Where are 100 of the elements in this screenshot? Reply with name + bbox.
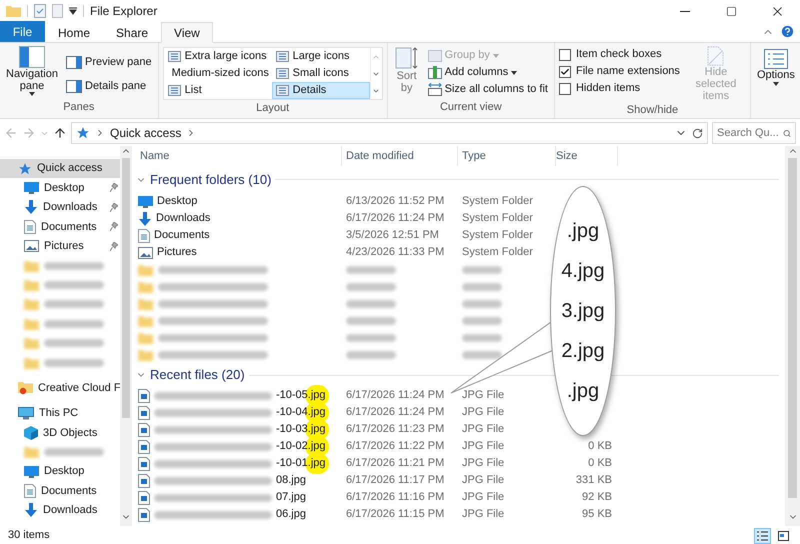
ribbon-tab[interactable]: Home — [45, 22, 104, 43]
ribbon-tab[interactable]: Share — [103, 22, 162, 43]
column-header[interactable]: Type — [458, 146, 556, 166]
group-icon — [428, 50, 442, 62]
ribbon-tab[interactable]: View — [161, 22, 213, 43]
dropdown-caret-icon[interactable] — [69, 7, 77, 15]
picture-icon — [24, 240, 39, 252]
navigation-pane-button[interactable]: Navigation pane — [4, 46, 60, 98]
checkbox[interactable] — [558, 66, 571, 78]
blurred-text — [462, 282, 502, 290]
content-scrollbar[interactable] — [785, 146, 800, 526]
star-icon — [18, 162, 32, 176]
nav-item[interactable]: Desktop — [0, 178, 120, 198]
nav-label: This PC — [39, 406, 78, 422]
group-heading[interactable]: Frequent folders (10) — [150, 170, 272, 190]
blurred-text — [462, 266, 502, 274]
date-cell: 6/17/2026 11:24 PM — [346, 406, 444, 418]
nav-item[interactable]: Documents — [0, 481, 120, 501]
file-row[interactable]: 08.jpg 6/17/2026 11:17 PM JPG File 331 KB — [132, 472, 785, 489]
file-tab[interactable]: File — [0, 21, 45, 42]
size-cell: 0 KB — [588, 440, 612, 452]
group-label: Show/hide — [626, 103, 680, 118]
type-cell: JPG File — [462, 406, 504, 418]
nav-item[interactable]: Downloads — [0, 500, 120, 520]
layout-icon — [276, 68, 289, 79]
file-row[interactable]: 07.jpg 6/17/2026 11:16 PM JPG File 92 KB — [132, 489, 785, 506]
type-cell: System Folder — [462, 246, 533, 258]
nav-label: Downloads — [43, 200, 98, 216]
image-file-icon — [138, 406, 150, 420]
nav-item[interactable]: This PC — [0, 404, 120, 424]
nav-label: Documents — [41, 484, 97, 499]
magnified-text: .jpg — [566, 219, 600, 244]
checkbox[interactable] — [558, 48, 571, 60]
image-file-icon — [138, 474, 150, 488]
search-field[interactable]: Search Qu... — [712, 122, 796, 144]
details-pane-button[interactable]: Details pane — [64, 78, 154, 95]
options-button[interactable]: Options — [756, 43, 795, 86]
file-name[interactable]: Documents — [154, 229, 210, 242]
nav-item[interactable]: Creative Cloud F — [0, 378, 120, 398]
column-header[interactable]: Name — [132, 146, 342, 166]
type-cell: System Folder — [462, 195, 533, 208]
group-label: Panes — [62, 100, 96, 114]
file-name[interactable]: Desktop — [157, 195, 198, 208]
item-count: 30 items — [8, 528, 50, 544]
image-file-icon — [138, 388, 150, 402]
file-row[interactable]: 06.jpg 6/17/2026 11:15 PM JPG File 95 KB — [132, 506, 785, 523]
sort-by-button[interactable]: Sort by — [392, 46, 422, 98]
checkmark-document-icon[interactable] — [34, 4, 46, 18]
preview-pane-button[interactable]: Preview pane — [64, 54, 154, 71]
nav-item[interactable]: 3D Objects — [0, 423, 120, 442]
checkbox-label: Item check boxes — [576, 47, 662, 62]
nav-item[interactable]: Pictures — [0, 236, 120, 256]
refresh-icon[interactable] — [692, 128, 703, 138]
blurred-text — [462, 334, 502, 342]
cube-icon — [24, 426, 38, 440]
pane-icon — [66, 80, 82, 93]
details-view-button[interactable] — [754, 528, 771, 544]
hidden-page-icon — [707, 46, 724, 66]
nav-item[interactable]: Downloads — [0, 198, 120, 218]
size-columns-button[interactable]: Size all columns to fit — [426, 81, 550, 98]
nav-label: Pictures — [44, 239, 84, 254]
fit-columns-icon — [428, 83, 442, 96]
file-name[interactable]: Downloads — [156, 212, 210, 224]
checkbox[interactable] — [558, 82, 571, 94]
group-heading[interactable]: Recent files (20) — [150, 365, 245, 385]
pane-icon — [66, 56, 82, 69]
file-name[interactable]: 07.jpg — [276, 491, 306, 504]
date-cell: 6/17/2026 11:24 PM — [346, 212, 444, 224]
sidebar-scrollbar[interactable] — [120, 146, 132, 526]
folder-icon — [24, 279, 39, 292]
layout-option[interactable]: Medium-sized icons — [164, 65, 272, 82]
address-field[interactable]: Quick access — [71, 122, 708, 144]
layout-option[interactable]: Details — [272, 82, 370, 99]
blurred-text — [44, 358, 104, 367]
nav-label: Downloads — [43, 503, 98, 518]
layout-option[interactable]: Large icons — [272, 48, 370, 65]
blurred-text — [44, 339, 104, 348]
nav-item[interactable]: Documents — [0, 217, 120, 237]
layout-option[interactable]: Small icons — [272, 65, 370, 82]
size-cell: 331 KB — [576, 474, 612, 486]
blurred-text — [44, 320, 104, 328]
file-name[interactable]: 06.jpg — [276, 508, 306, 520]
layout-option[interactable]: List — [164, 82, 272, 99]
column-header[interactable]: Size — [556, 146, 618, 166]
up-icon[interactable] — [53, 126, 67, 140]
window-title: File Explorer — [90, 3, 158, 20]
column-header[interactable]: Date modified — [342, 146, 458, 166]
date-cell: 6/17/2026 11:15 PM — [346, 508, 444, 520]
nav-item[interactable]: Desktop — [0, 462, 120, 482]
add-columns-button[interactable]: Add columns — [426, 64, 550, 81]
image-file-icon — [138, 456, 150, 470]
help-icon[interactable] — [780, 24, 795, 39]
magnified-text: 3.jpg — [561, 299, 605, 324]
file-name[interactable]: Pictures — [157, 246, 197, 258]
layout-option[interactable]: Extra large icons — [164, 48, 272, 65]
folder-icon — [138, 348, 153, 360]
nav-item[interactable]: Quick access — [0, 159, 120, 178]
folder-icon — [138, 332, 153, 344]
file-name[interactable]: 08.jpg — [276, 474, 306, 486]
down-arrow-icon — [24, 200, 38, 214]
